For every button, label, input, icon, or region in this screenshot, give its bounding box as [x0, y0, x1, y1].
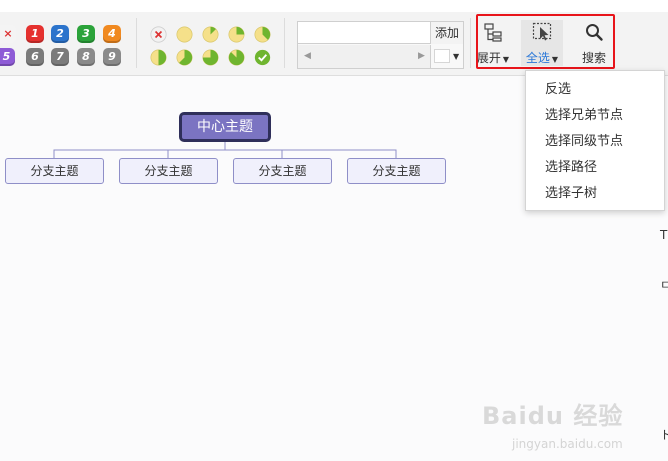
tag-add-button[interactable]: 添加 [431, 22, 463, 44]
menu-item-select-path[interactable]: 选择路径 [526, 155, 664, 181]
toolbar-separator [470, 18, 471, 68]
progress-2-icon[interactable] [228, 26, 245, 43]
priority-7-icon[interactable]: 7 [51, 48, 69, 66]
priority-4-icon[interactable]: 4 [103, 25, 121, 43]
mindmap-child-node[interactable]: 分支主题 [5, 158, 104, 184]
scroll-left-icon[interactable]: ◀ [304, 51, 311, 61]
menu-item-invert-selection[interactable]: 反选 [526, 77, 664, 103]
watermark: Baidu 经验 jingyan.baidu.com [478, 382, 668, 461]
menu-item-select-subtree[interactable]: 选择子树 [526, 181, 664, 207]
mindmap-root-node[interactable]: 中心主题 [179, 112, 271, 142]
watermark-brand: Baidu 经验 [482, 402, 624, 430]
progress-3-icon[interactable] [254, 26, 271, 43]
progress-remove-icon[interactable] [150, 26, 167, 43]
priority-remove-icon[interactable]: × [0, 25, 16, 43]
priority-8-icon[interactable]: 8 [77, 48, 95, 66]
toolbar-separator [284, 18, 285, 68]
progress-4-icon[interactable] [150, 49, 167, 66]
progress-1-icon[interactable] [202, 26, 219, 43]
toolbar-separator [136, 18, 137, 68]
tag-list[interactable]: ◀ ▶ [298, 45, 431, 68]
scroll-right-icon[interactable]: ▶ [418, 51, 425, 61]
priority-1-icon[interactable]: 1 [26, 25, 44, 43]
mindmap-child-node[interactable]: 分支主题 [119, 158, 218, 184]
highlight-box [476, 14, 615, 69]
progress-6-icon[interactable] [202, 49, 219, 66]
progress-7-icon[interactable] [228, 49, 245, 66]
toolbar: × 1 2 3 4 5 6 7 8 9 添加 ◀ ▶ ▼ 展开 ▼ 全选 ▼ 搜… [0, 0, 668, 76]
watermark-url: jingyan.baidu.com [512, 437, 623, 451]
menu-item-select-same-level[interactable]: 选择同级节点 [526, 129, 664, 155]
priority-3-icon[interactable]: 3 [77, 25, 95, 43]
edge-text: ㄷ [660, 278, 668, 292]
chevron-down-icon[interactable]: ▼ [453, 52, 459, 61]
select-dropdown-menu: 反选 选择兄弟节点 选择同级节点 选择路径 选择子树 [525, 70, 665, 211]
priority-9-icon[interactable]: 9 [103, 48, 121, 66]
progress-5-icon[interactable] [176, 49, 193, 66]
priority-6-icon[interactable]: 6 [26, 48, 44, 66]
toolbar-top-strip [0, 0, 668, 12]
priority-2-icon[interactable]: 2 [51, 25, 69, 43]
progress-done-icon[interactable] [254, 49, 271, 66]
menu-item-select-siblings[interactable]: 选择兄弟节点 [526, 103, 664, 129]
priority-5-icon[interactable]: 5 [0, 48, 15, 66]
mindmap-child-node[interactable]: 分支主题 [233, 158, 332, 184]
progress-0-icon[interactable] [176, 26, 193, 43]
tag-color-swatch[interactable] [434, 49, 450, 63]
mindmap-child-node[interactable]: 分支主题 [347, 158, 446, 184]
edge-text: T [660, 228, 668, 242]
tag-editor: 添加 ◀ ▶ ▼ [297, 21, 464, 69]
tag-input[interactable] [298, 22, 431, 44]
